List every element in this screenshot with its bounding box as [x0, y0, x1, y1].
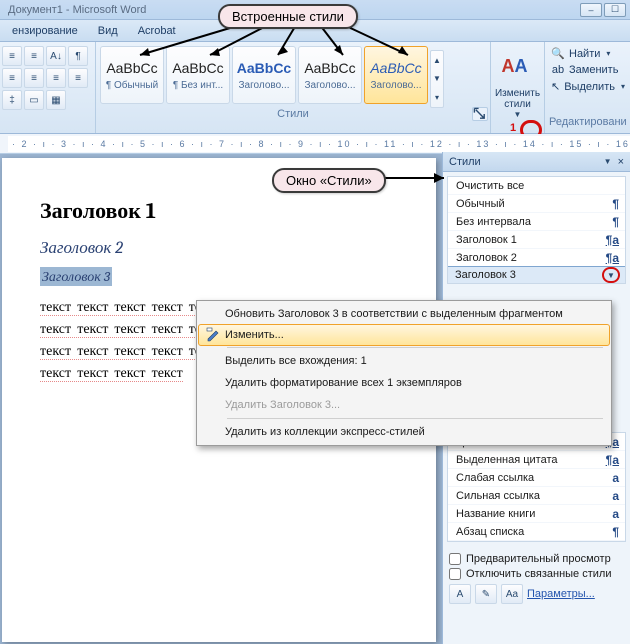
style-item-heading1[interactable]: Заголовок 1¶a [448, 231, 625, 249]
style-chip-heading3[interactable]: AaBbCc Заголово... [364, 46, 428, 104]
style-item-book-title[interactable]: Название книгиa [448, 505, 625, 523]
pane-menu-icon[interactable]: ▼ [604, 157, 612, 166]
callout-styles-pane: Окно «Стили» [272, 168, 386, 193]
editing-group-label: Редактировани [549, 116, 626, 129]
style-chip-normal[interactable]: AaBbCc ¶ Обычный [100, 46, 164, 104]
select-button[interactable]: ↖ Выделить▾ [549, 79, 626, 94]
clear-all-item[interactable]: Очистить все [448, 177, 625, 195]
style-chip-nospacing[interactable]: AaBbCc ¶ Без инт... [166, 46, 230, 104]
style-item-intense-quote[interactable]: Выделенная цитата¶a [448, 451, 625, 469]
tab-review[interactable]: ензирование [2, 22, 88, 41]
style-context-menu: Обновить Заголовок 3 в соответствии с вы… [196, 300, 612, 446]
style-item-intense-ref[interactable]: Сильная ссылкаa [448, 487, 625, 505]
sort-button[interactable]: A↓ [46, 46, 66, 66]
ctx-remove-format[interactable]: Удалить форматирование всех 1 экземпляро… [199, 372, 609, 394]
preview-checkbox[interactable]: Предварительный просмотр [449, 553, 624, 565]
styles-pane-title: Стили ▼ × [443, 152, 630, 172]
line-spacing-button[interactable]: ‡ [2, 90, 22, 110]
style-chip-heading2[interactable]: AaBbCc Заголово... [298, 46, 362, 104]
style-item-heading2[interactable]: Заголовок 2¶a [448, 249, 625, 267]
heading-2[interactable]: Заголовок 2 [40, 238, 406, 258]
heading-3-selected[interactable]: Заголовок 3 [40, 267, 112, 286]
manage-styles-button[interactable]: Aa [501, 584, 523, 604]
tab-view[interactable]: Вид [88, 22, 128, 41]
annotation-number-1: 1 [510, 122, 516, 134]
align-left-button[interactable]: ≡ [2, 68, 22, 88]
change-styles-icon: AA [502, 56, 534, 88]
options-link[interactable]: Параметры... [527, 588, 595, 600]
maximize-button[interactable]: ☐ [604, 3, 626, 17]
chevron-down-icon: ▼ [514, 110, 522, 119]
styles-list-top: Очистить все Обычный¶ Без интервала¶ Заг… [447, 176, 626, 284]
style-item-heading3[interactable]: Заголовок 3 ▼ [447, 266, 626, 284]
minimize-button[interactable]: – [580, 3, 602, 17]
replace-button[interactable]: ab Заменить [549, 63, 626, 77]
styles-launcher-button[interactable] [472, 107, 488, 121]
show-marks-button[interactable]: ¶ [68, 46, 88, 66]
styles-group-label: Стили [96, 108, 490, 121]
style-item-nospacing[interactable]: Без интервала¶ [448, 213, 625, 231]
annotation-circle-dropdown: ▼ [602, 267, 620, 283]
ctx-remove-from-gallery[interactable]: Удалить из коллекции экспресс-стилей [199, 421, 609, 443]
find-button[interactable]: 🔍 Найти▾ [549, 46, 626, 61]
styles-pane-footer: Предварительный просмотр Отключить связа… [443, 546, 630, 608]
app-title: Microsoft Word [73, 4, 147, 16]
style-inspector-button[interactable]: ✎ [475, 584, 497, 604]
new-style-button[interactable]: A [449, 584, 471, 604]
ctx-modify[interactable]: Изменить... [198, 324, 610, 346]
outdent-button[interactable]: ≡ [2, 46, 22, 66]
modify-icon [203, 325, 225, 345]
disable-linked-checkbox[interactable]: Отключить связанные стили [449, 568, 624, 580]
style-item-subtle-ref[interactable]: Слабая ссылкаa [448, 469, 625, 487]
callout-builtin-styles: Встроенные стили [218, 4, 358, 29]
style-item-list-para[interactable]: Абзац списка¶ [448, 523, 625, 541]
document-title: Документ1 [8, 4, 63, 16]
tab-acrobat[interactable]: Acrobat [128, 22, 186, 41]
replace-icon: ab [551, 64, 565, 76]
ctx-update-to-match[interactable]: Обновить Заголовок 3 в соответствии с вы… [199, 303, 609, 325]
style-gallery: AaBbCc ¶ Обычный AaBbCc ¶ Без инт... AaB… [96, 42, 490, 108]
indent-button[interactable]: ≡ [24, 46, 44, 66]
change-styles[interactable]: AA Изменить стили ▼ [490, 42, 544, 133]
close-pane-icon[interactable]: × [618, 156, 624, 168]
style-chip-heading1[interactable]: AaBbCc Заголово... [232, 46, 296, 104]
heading-1[interactable]: Заголовок 1 [40, 198, 406, 224]
ctx-delete-style: Удалить Заголовок 3... [199, 394, 609, 416]
ruler[interactable]: · 2 · ı · 3 · ı · 4 · ı · 5 · ı · 6 · ı … [0, 134, 630, 154]
dialog-launcher-icon [473, 107, 487, 121]
align-justify-button[interactable]: ≡ [68, 68, 88, 88]
shading-button[interactable]: ▭ [24, 90, 44, 110]
style-item-normal[interactable]: Обычный¶ [448, 195, 625, 213]
gallery-more-button[interactable]: ▲▼▾ [430, 50, 444, 108]
cursor-icon: ↖ [551, 80, 560, 93]
editing-group: 🔍 Найти▾ ab Заменить ↖ Выделить▾ Редакти… [544, 42, 630, 133]
ctx-select-all[interactable]: Выделить все вхождения: 1 [199, 350, 609, 372]
borders-button[interactable]: ▦ [46, 90, 66, 110]
styles-list-bottom: Цитата 2¶a Выделенная цитата¶a Слабая сс… [447, 432, 626, 542]
align-center-button[interactable]: ≡ [24, 68, 44, 88]
binoculars-icon: 🔍 [551, 47, 565, 60]
styles-group: AaBbCc ¶ Обычный AaBbCc ¶ Без инт... AaB… [96, 42, 490, 133]
paragraph-group: ≡ ≡ A↓ ¶ ≡ ≡ ≡ ≡ ‡ ▭ ▦ [0, 42, 96, 133]
align-right-button[interactable]: ≡ [46, 68, 66, 88]
